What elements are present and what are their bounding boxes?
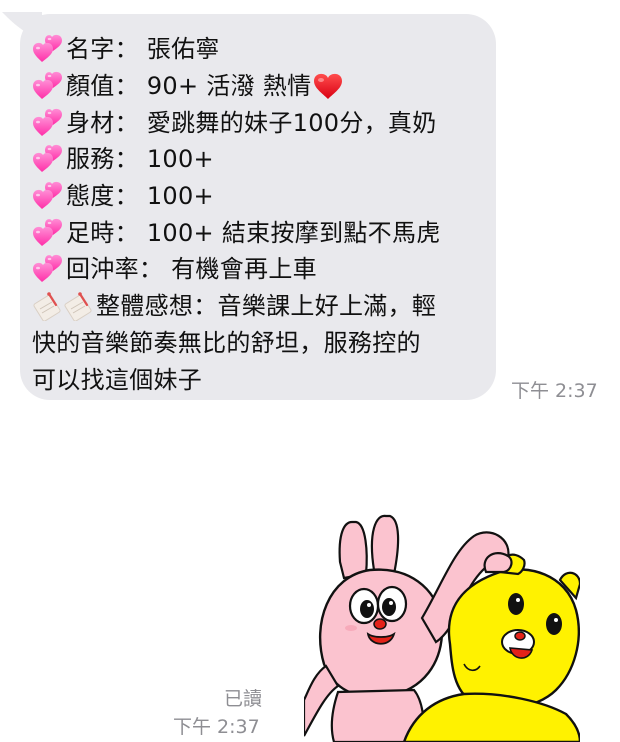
message-line-text: 顏值： 90+ 活潑 熱情 (66, 72, 312, 101)
two-hearts-icon (32, 254, 64, 284)
message-line: 回沖率： 有機會再上車 (32, 251, 486, 288)
message-line-text: 身材： 愛跳舞的妹子100分，真奶 (66, 108, 437, 137)
two-hearts-icon (32, 71, 64, 101)
message-line: 名字： 張佑寧 (32, 31, 486, 68)
message-line-text: 快的音樂節奏無比的舒坦，服務控的 (32, 328, 421, 357)
message-line: 可以找這個妹子 (32, 361, 486, 398)
message-line-text: 整體感想：音樂課上好上滿，輕 (96, 292, 437, 321)
message-line-text: 可以找這個妹子 (32, 365, 203, 394)
memo-icon (63, 291, 94, 321)
memo-icon (32, 291, 63, 321)
message-line: 服務： 100+ (32, 141, 486, 178)
incoming-message-bubble[interactable]: 名字： 張佑寧 顏值： 90+ 活潑 熱情 身材： 愛跳舞的妹子100分，真奶 … (20, 14, 496, 400)
message-line-text: 足時： 100+ 結束按摩到點不馬虎 (66, 218, 441, 247)
read-status: 已讀 (224, 688, 263, 710)
two-hearts-icon (32, 108, 64, 138)
red-heart-icon (313, 72, 343, 100)
two-hearts-icon (32, 181, 64, 211)
message-line-text: 態度： 100+ (66, 182, 214, 211)
message-line: 足時： 100+ 結束按摩到點不馬虎 (32, 214, 486, 251)
message-line: 顏值： 90+ 活潑 熱情 (32, 68, 486, 105)
rabbit-and-bear-sticker[interactable] (304, 514, 580, 742)
incoming-message-timestamp: 下午 2:37 (511, 380, 598, 402)
message-line-text: 回沖率： 有機會再上車 (66, 255, 317, 284)
message-line-text: 服務： 100+ (66, 145, 214, 174)
two-hearts-icon (32, 34, 64, 64)
outgoing-message-timestamp: 下午 2:37 (173, 716, 260, 738)
message-line: 態度： 100+ (32, 178, 486, 215)
two-hearts-icon (32, 218, 64, 248)
message-line: 整體感想：音樂課上好上滿，輕 (32, 288, 486, 325)
two-hearts-icon (32, 144, 64, 174)
message-line: 身材： 愛跳舞的妹子100分，真奶 (32, 104, 486, 141)
message-line-text: 名字： 張佑寧 (66, 35, 220, 64)
message-line: 快的音樂節奏無比的舒坦，服務控的 (32, 325, 486, 362)
